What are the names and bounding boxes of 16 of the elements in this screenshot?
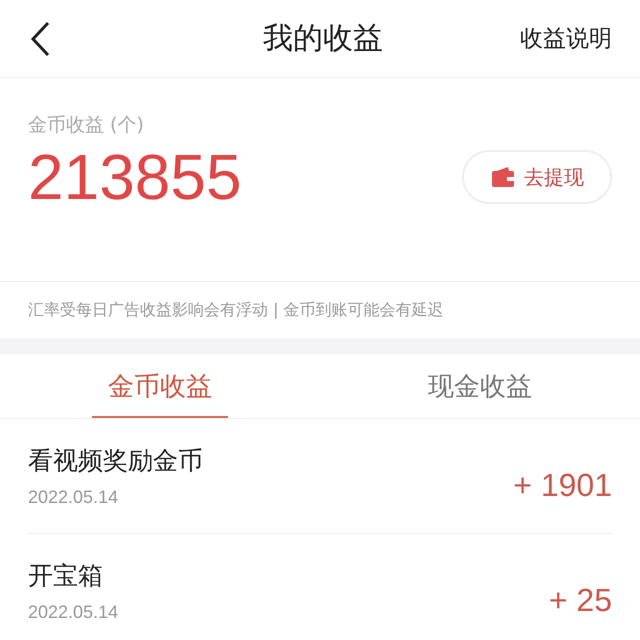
back-icon [30,20,50,56]
record-amount: + 25 [548,582,612,618]
record-date: 2022.05.14 [28,487,120,508]
wallet-icon [492,167,514,187]
help-link[interactable]: 收益说明 [520,23,612,54]
page-title: 我的收益 [263,20,383,58]
notice-text: 汇率受每日广告收益影响会有浮动 | 金币到账可能会有延迟 [27,298,445,321]
tab[interactable]: 金币收益 [0,354,320,418]
record-amount: + 1901 [513,466,612,504]
withdraw-button[interactable]: 去提现 [462,150,612,204]
balance-amount: 213855 [28,140,242,214]
record-title: 看视频奖励金币 [28,445,203,477]
record-date: 2022.05.14 [28,602,118,623]
record-title: 开宝箱 [28,560,104,592]
balance-label: 金币收益 (个) [28,113,145,138]
tab[interactable]: 现金收益 [320,354,640,418]
